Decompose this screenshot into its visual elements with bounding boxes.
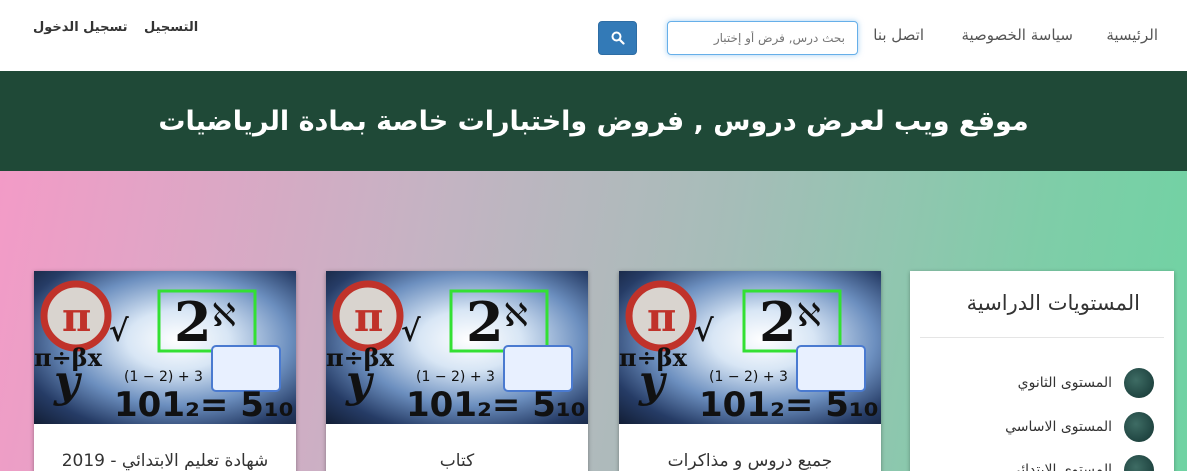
svg-text:(1 − 2) + 3: (1 − 2) + 3	[709, 369, 788, 385]
card-title: شهادة تعليم الابتدائي - 2019	[61, 451, 269, 471]
nav-home-link[interactable]: الرئيسية	[1106, 26, 1158, 44]
svg-text:π÷βx: π÷βx	[619, 343, 688, 372]
sidebar-title: المستويات الدراسية	[966, 291, 1140, 315]
svg-text:(1 − 2) + 3: (1 − 2) + 3	[416, 369, 495, 385]
search-icon	[611, 31, 625, 45]
math-illustration: π 2 ℵ y 101₂= 5₁₀ (1 − 2) + 3 √ π÷βx	[34, 280, 294, 424]
levels-sidebar: المستويات الدراسية المستوى الثانوي المست…	[910, 271, 1174, 471]
sidebar-item-label: المستوى الثانوي	[1017, 375, 1112, 391]
card-certificate[interactable]: π 2 ℵ y 101₂= 5₁₀ (1 − 2) + 3 √ π÷βx شها…	[34, 271, 296, 471]
svg-text:ℵ: ℵ	[504, 296, 528, 334]
level-dot-icon	[1124, 455, 1154, 471]
math-card-image: π 2 ℵ y 101₂= 5₁₀ (1 − 2) + 3 √ π÷βx	[619, 271, 881, 424]
divider	[920, 337, 1164, 338]
math-card-image: π 2 ℵ y 101₂= 5₁₀ (1 − 2) + 3 √ π÷βx	[326, 271, 588, 424]
svg-text:ℵ: ℵ	[797, 296, 821, 334]
svg-text:√: √	[694, 314, 714, 349]
card-all-lessons[interactable]: π 2 ℵ y 101₂= 5₁₀ (1 − 2) + 3 √ π÷βx جمي…	[619, 271, 881, 471]
search-button[interactable]	[598, 21, 637, 55]
level-dot-icon	[1124, 368, 1154, 398]
svg-text:π÷βx: π÷βx	[326, 343, 395, 372]
svg-text:2: 2	[174, 290, 212, 354]
level-dot-icon	[1124, 412, 1154, 442]
sidebar-item-primary[interactable]: المستوى الابتدائي	[1010, 455, 1154, 471]
sidebar-item-label: المستوى الابتدائي	[1009, 462, 1112, 471]
banner-title: موقع ويب لعرض دروس , فروض واختبارات خاصة…	[158, 105, 1029, 137]
main-content: π 2 ℵ y 101₂= 5₁₀ (1 − 2) + 3 √ π÷βx شها…	[0, 171, 1187, 471]
svg-text:(1 − 2) + 3: (1 − 2) + 3	[124, 369, 203, 385]
register-link[interactable]: التسجيل	[144, 20, 198, 35]
svg-text:√: √	[109, 314, 129, 349]
svg-text:π÷βx: π÷βx	[34, 343, 103, 372]
sidebar-item-basic[interactable]: المستوى الاساسي	[1005, 412, 1154, 442]
svg-text:101₂= 5₁₀: 101₂= 5₁₀	[699, 385, 879, 424]
card-book[interactable]: π 2 ℵ y 101₂= 5₁₀ (1 − 2) + 3 √ π÷βx كتا…	[326, 271, 588, 471]
svg-text:√: √	[401, 314, 421, 349]
svg-text:101₂= 5₁₀: 101₂= 5₁₀	[114, 385, 294, 424]
sidebar-item-label: المستوى الاساسي	[1005, 419, 1112, 435]
login-link[interactable]: تسجيل الدخول	[33, 20, 128, 35]
hero-banner: موقع ويب لعرض دروس , فروض واختبارات خاصة…	[0, 71, 1187, 171]
top-navbar: الرئيسية سياسة الخصوصية اتصل بنا التسجيل…	[0, 0, 1187, 71]
svg-text:π: π	[62, 294, 91, 341]
svg-text:π: π	[647, 294, 676, 341]
svg-text:2: 2	[759, 290, 797, 354]
math-card-image: π 2 ℵ y 101₂= 5₁₀ (1 − 2) + 3 √ π÷βx	[34, 271, 296, 424]
math-illustration: π 2 ℵ y 101₂= 5₁₀ (1 − 2) + 3 √ π÷βx	[326, 280, 586, 424]
svg-text:2: 2	[466, 290, 504, 354]
card-title: كتاب	[439, 451, 475, 471]
sidebar-item-secondary[interactable]: المستوى الثانوي	[1018, 368, 1154, 398]
math-illustration: π 2 ℵ y 101₂= 5₁₀ (1 − 2) + 3 √ π÷βx	[619, 280, 879, 424]
search-input[interactable]	[667, 21, 858, 55]
card-title: جميع دروس و مذاكرات	[667, 451, 833, 471]
svg-text:101₂= 5₁₀: 101₂= 5₁₀	[406, 385, 586, 424]
nav-contact-link[interactable]: اتصل بنا	[873, 26, 924, 44]
nav-privacy-link[interactable]: سياسة الخصوصية	[961, 26, 1073, 44]
svg-text:ℵ: ℵ	[212, 296, 236, 334]
svg-text:π: π	[354, 294, 383, 341]
